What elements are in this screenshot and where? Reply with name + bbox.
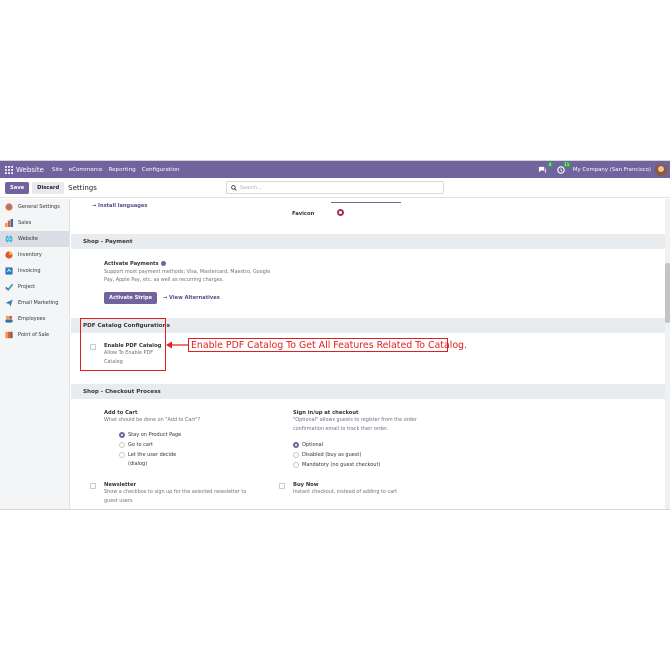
radio-label-optional: Optional [302, 442, 324, 448]
sidebar-item-point-of-sale[interactable]: Point of Sale [0, 327, 69, 343]
radio-label-stay: Stay on Product Page [128, 432, 182, 438]
employees-icon [5, 315, 13, 323]
sales-icon [5, 219, 13, 227]
sidebar-item-label: Sales [18, 220, 32, 226]
invoicing-icon [5, 267, 13, 275]
website-icon [5, 235, 13, 243]
nav-configuration[interactable]: Configuration [142, 167, 180, 173]
radio-disabled-guest[interactable] [293, 452, 299, 458]
sidebar-item-sales[interactable]: Sales [0, 215, 69, 231]
sidebar-item-label: General Settings [18, 204, 60, 210]
sidebar-item-invoicing[interactable]: Invoicing [0, 263, 69, 279]
search-icon [231, 184, 237, 191]
search-input[interactable]: Search... [226, 181, 444, 194]
section-header-shop-payment: Shop - Payment [71, 234, 665, 249]
sidebar-item-email-marketing[interactable]: Email Marketing [0, 295, 69, 311]
sidebar-item-label: Email Marketing [18, 300, 59, 306]
app-window: Website Site eCommerce Reporting Configu… [0, 160, 670, 510]
nav-ecommerce[interactable]: eCommerce [69, 167, 103, 173]
activate-stripe-button[interactable]: Activate Stripe [104, 292, 158, 304]
sidebar-item-label: Project [18, 284, 36, 290]
help-icon[interactable] [161, 261, 167, 266]
section-header-checkout: Shop - Checkout Process [71, 384, 665, 399]
page-title: Settings [68, 183, 97, 192]
nav-site[interactable]: Site [52, 167, 63, 173]
pdf-catalog-callout: Enable PDF Catalog To Get All Features R… [188, 338, 467, 352]
apps-menu-icon[interactable] [3, 161, 15, 178]
radio-let-user-decide[interactable] [119, 452, 125, 458]
favicon-preview-icon[interactable] [337, 209, 344, 216]
general-settings-icon [5, 203, 13, 211]
radio-stay-on-product-page[interactable] [119, 432, 125, 438]
point-of-sale-icon [5, 331, 13, 339]
inventory-icon [5, 251, 13, 259]
activate-payments-setting: Activate Payments Support most payment m… [104, 261, 274, 285]
newsletter-setting: Newsletter Show a checkbox to sign up fo… [104, 482, 294, 505]
callout-arrow-icon [166, 341, 190, 349]
sidebar-item-project[interactable]: Project [0, 279, 69, 295]
sidebar-item-label: Invoicing [18, 268, 41, 274]
activities-badge: 11 [562, 161, 571, 167]
control-panel: Save Discard Settings Search... [0, 178, 670, 198]
settings-sidebar: General Settings Sales Website Inventory… [0, 199, 70, 509]
buy-now-desc: Instant checkout, instead of adding to c… [293, 489, 398, 495]
buy-now-setting: Buy Now Instant checkout, instead of add… [293, 482, 473, 497]
newsletter-desc-line2: guest users [104, 497, 133, 504]
buy-now-checkbox[interactable] [279, 483, 285, 489]
messages-icon[interactable]: 4 [537, 161, 553, 176]
radio-label-go-to-cart: Go to cart [128, 442, 153, 448]
activities-icon[interactable]: 11 [555, 161, 571, 176]
favicon-divider [331, 202, 401, 203]
email-marketing-icon [5, 299, 13, 307]
activate-payments-desc: Support most payment methods; Visa, Mast… [104, 268, 271, 284]
company-switcher[interactable]: My Company (San Francisco) [573, 167, 651, 173]
vertical-scrollbar[interactable] [665, 199, 670, 509]
activate-payments-title: Activate Payments [104, 261, 274, 267]
nav-reporting[interactable]: Reporting [108, 167, 135, 173]
radio-go-to-cart[interactable] [119, 442, 125, 448]
signin-desc-line2: confirmation email to track their order. [293, 425, 389, 432]
sidebar-item-employees[interactable]: Employees [0, 311, 69, 327]
app-brand[interactable]: Website [16, 166, 44, 174]
favicon-label: Favicon [292, 211, 315, 217]
add-to-cart-desc: What should be done on "Add to Cart"? [104, 417, 201, 423]
user-avatar[interactable] [655, 163, 667, 176]
radio-label-mandatory: Mandatory (no guest checkout) [302, 462, 381, 468]
add-to-cart-setting: Add to Cart What should be done on "Add … [104, 410, 200, 425]
newsletter-checkbox[interactable] [90, 483, 96, 489]
save-button[interactable]: Save [5, 181, 30, 194]
signin-desc-line1: "Optional" allows guests to register fro… [293, 417, 417, 423]
sidebar-item-inventory[interactable]: Inventory [0, 247, 69, 263]
view-alternatives-link[interactable]: → View Alternatives [163, 295, 220, 301]
project-icon [5, 283, 13, 291]
sidebar-item-label: Inventory [18, 252, 42, 258]
sidebar-item-label: Point of Sale [18, 332, 50, 338]
radio-mandatory[interactable] [293, 462, 299, 468]
sidebar-item-label: Employees [18, 316, 46, 322]
sidebar-item-website[interactable]: Website [0, 231, 69, 247]
pdf-catalog-highlight-box [80, 318, 166, 371]
newsletter-desc-line1: Show a checkbox to sign up for the selec… [104, 489, 247, 495]
sidebar-item-label: Website [18, 236, 38, 242]
radio-label-dialog: (dialog) [128, 461, 148, 467]
discard-button[interactable]: Discard [32, 181, 65, 194]
signin-checkout-setting: Sign in/up at checkout "Optional" allows… [293, 410, 473, 433]
search-placeholder: Search... [240, 184, 262, 191]
radio-label-let-user-decide: Let the user decide [128, 452, 177, 458]
settings-content: → Install languages Favicon Shop - Payme… [71, 199, 665, 509]
messages-badge: 4 [547, 161, 553, 167]
radio-label-disabled: Disabled (buy as guest) [302, 452, 362, 458]
radio-optional[interactable] [293, 442, 299, 448]
top-navbar: Website Site eCommerce Reporting Configu… [0, 161, 670, 178]
install-languages-link[interactable]: → Install languages [92, 203, 147, 209]
scrollbar-thumb[interactable] [665, 263, 670, 323]
sidebar-item-general-settings[interactable]: General Settings [0, 199, 69, 215]
